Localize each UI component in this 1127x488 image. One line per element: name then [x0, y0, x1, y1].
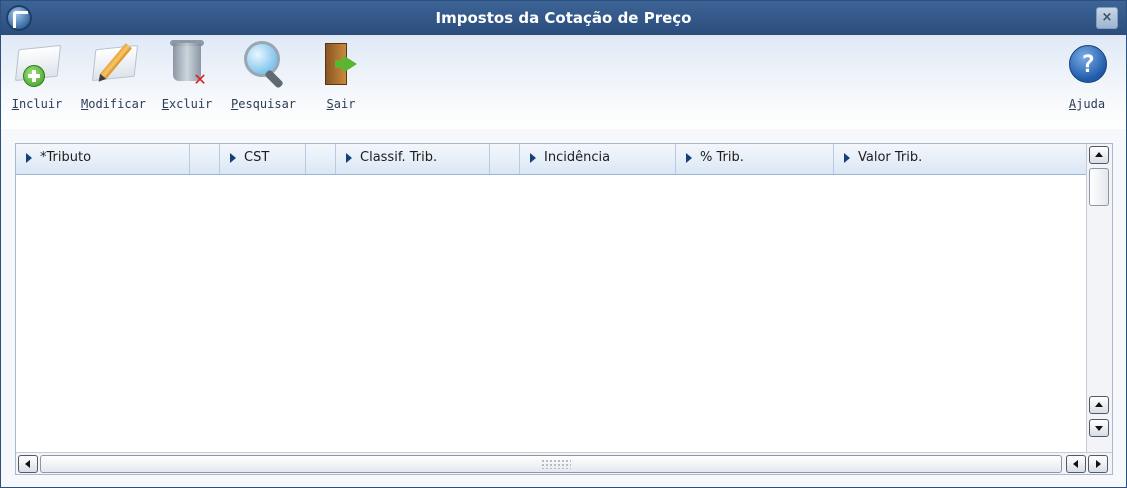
- close-button[interactable]: ×: [1096, 7, 1118, 29]
- column-header-classif-trib[interactable]: Classif. Trib.: [336, 144, 490, 174]
- incluir-label: Incluir: [11, 97, 63, 111]
- column-header-blank[interactable]: [490, 144, 520, 174]
- scroll-left-button-right[interactable]: [1066, 455, 1086, 473]
- sort-arrow-icon: [346, 152, 352, 163]
- arrow-right-icon: [1096, 460, 1101, 468]
- sair-label: Sair: [326, 97, 356, 111]
- arrow-left-icon: [25, 460, 30, 468]
- modificar-label: Modificar: [81, 97, 147, 111]
- excluir-button[interactable]: ✕ Excluir: [161, 39, 213, 111]
- column-header-blank[interactable]: [306, 144, 336, 174]
- dialog-window: Impostos da Cotação de Preço × Incluir M…: [0, 0, 1127, 488]
- column-header-valor-trib[interactable]: Valor Trib.: [834, 144, 1086, 174]
- sort-arrow-icon: [26, 152, 32, 163]
- sair-button[interactable]: Sair: [315, 39, 367, 111]
- column-header-cst[interactable]: CST: [220, 144, 306, 174]
- window-title: Impostos da Cotação de Preço: [435, 9, 692, 27]
- grid-header: *Tributo CST Classif. Trib. Incidência %…: [16, 144, 1086, 175]
- arrow-up-icon: [1095, 152, 1103, 157]
- ajuda-button[interactable]: ? Ajuda: [1061, 39, 1113, 111]
- column-header-pct-trib[interactable]: % Trib.: [676, 144, 834, 174]
- vertical-scrollbar[interactable]: [1086, 144, 1112, 454]
- arrow-down-icon: [1095, 426, 1103, 431]
- toolbar: Incluir Modificar ✕ Excluir Pesquisar Sa…: [1, 35, 1126, 129]
- incluir-button[interactable]: Incluir: [11, 39, 63, 111]
- pesquisar-button[interactable]: Pesquisar: [231, 39, 296, 111]
- scroll-down-button[interactable]: [1089, 419, 1109, 437]
- edit-pencil-icon: [88, 39, 140, 89]
- vertical-scroll-thumb[interactable]: [1089, 168, 1109, 206]
- sort-arrow-icon: [686, 152, 692, 163]
- add-document-icon: [11, 39, 63, 89]
- column-header-incidencia[interactable]: Incidência: [520, 144, 676, 174]
- horizontal-scroll-thumb[interactable]: [40, 455, 1062, 473]
- scroll-right-button[interactable]: [1088, 455, 1108, 473]
- magnifier-search-icon: [238, 39, 290, 89]
- exit-door-icon: [315, 39, 367, 89]
- ajuda-label: Ajuda: [1068, 97, 1106, 111]
- scroll-up-button-lower[interactable]: [1089, 396, 1109, 414]
- tax-grid[interactable]: *Tributo CST Classif. Trib. Incidência %…: [15, 143, 1113, 475]
- sort-arrow-icon: [230, 152, 236, 163]
- excluir-label: Excluir: [161, 97, 213, 111]
- title-bar: Impostos da Cotação de Preço ×: [1, 1, 1126, 35]
- arrow-up-icon: [1095, 402, 1103, 407]
- trash-delete-icon: ✕: [161, 39, 213, 89]
- horizontal-scrollbar[interactable]: [16, 452, 1112, 474]
- arrow-left-icon: [1073, 460, 1078, 468]
- scroll-left-button[interactable]: [18, 455, 38, 473]
- sort-arrow-icon: [844, 152, 850, 163]
- column-header-tributo[interactable]: *Tributo: [16, 144, 190, 174]
- scroll-up-button[interactable]: [1089, 146, 1109, 164]
- modificar-button[interactable]: Modificar: [81, 39, 146, 111]
- help-icon: ?: [1061, 39, 1113, 89]
- grip-icon: [541, 459, 571, 469]
- pesquisar-label: Pesquisar: [231, 97, 297, 111]
- column-header-blank[interactable]: [190, 144, 220, 174]
- sort-arrow-icon: [530, 152, 536, 163]
